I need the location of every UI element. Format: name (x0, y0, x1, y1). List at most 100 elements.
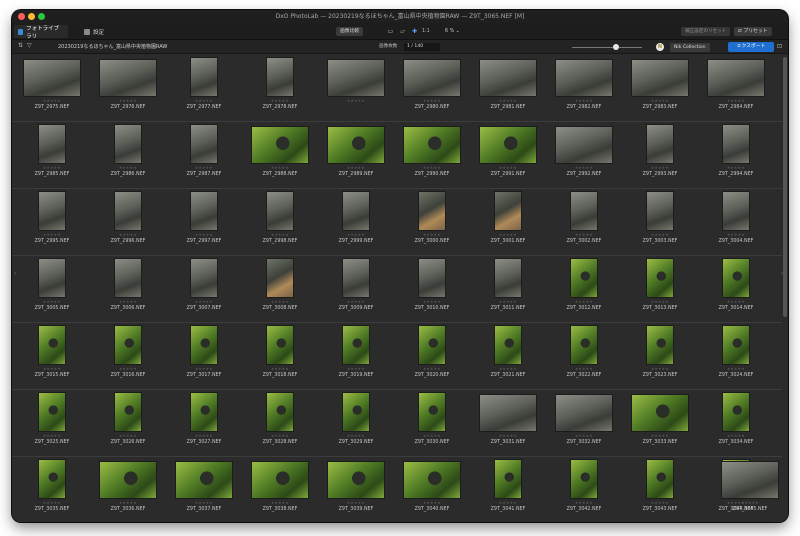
photo-thumbnail[interactable] (403, 126, 461, 164)
thumbnail-item[interactable]: ★★★★★ Z9T_2982.NEF (546, 55, 622, 121)
photo-thumbnail[interactable] (23, 59, 81, 97)
thumbnail-item[interactable]: ★★★★★ Z9T_3008.NEF (242, 256, 318, 322)
preset-button[interactable]: ⇄ プリセット (734, 27, 772, 36)
rating-stars[interactable]: ★★★★★ (90, 434, 166, 438)
rating-stars[interactable]: ★★★★★ (14, 99, 90, 103)
thumbnail-item[interactable]: ★★★★★ Z9T_3000.NEF (394, 189, 470, 255)
thumbnail-item[interactable]: ★★★★★ Z9T_2997.NEF (166, 189, 242, 255)
photo-thumbnail[interactable] (38, 325, 66, 365)
photo-thumbnail[interactable] (342, 258, 370, 298)
rating-stars[interactable]: ★★★★★ (166, 300, 242, 304)
thumbnail-item[interactable]: ★★★★★ Z9T_3004.NEF (698, 189, 774, 255)
photo-thumbnail[interactable] (266, 325, 294, 365)
thumbnail-item[interactable]: ★★★★★ Z9T_2994.NEF (698, 122, 774, 188)
photo-thumbnail[interactable] (38, 124, 66, 164)
photo-thumbnail[interactable] (722, 392, 750, 432)
rating-stars[interactable]: ★★★★★ (242, 501, 318, 505)
rating-stars[interactable]: ★★★★★ (698, 99, 774, 103)
rating-stars[interactable]: ★★★★★ (470, 367, 546, 371)
thumbnail-item[interactable]: ★★★★★ Z9T_3027.NEF (166, 390, 242, 456)
photo-thumbnail[interactable] (114, 325, 142, 365)
rating-stars[interactable]: ★★★★★ (14, 434, 90, 438)
rating-stars[interactable]: ★★★★★ (318, 233, 394, 237)
rating-stars[interactable]: ★★★★★ (166, 166, 242, 170)
photo-thumbnail[interactable] (99, 59, 157, 97)
photo-thumbnail[interactable] (646, 258, 674, 298)
reset-corrections-button[interactable]: 補正設定のリセット (681, 27, 731, 36)
rating-stars[interactable]: ★★★★★ (90, 300, 166, 304)
rating-stars[interactable]: ★★★★★ (698, 434, 774, 438)
thumbnail-size-slider-handle[interactable] (613, 44, 619, 50)
thumbnail-item[interactable]: ★★★★★ Z9T_2981.NEF (470, 55, 546, 121)
photo-thumbnail[interactable] (114, 392, 142, 432)
thumbnail-item[interactable]: ★★★★★ Z9T_3045.NEF (712, 457, 788, 522)
photo-thumbnail[interactable] (479, 394, 537, 432)
photo-thumbnail[interactable] (494, 459, 522, 499)
thumbnail-item[interactable]: ★★★★★ Z9T_3010.NEF (394, 256, 470, 322)
thumbnail-item[interactable]: ★★★★★ Z9T_3007.NEF (166, 256, 242, 322)
thumbnail-item[interactable]: ★★★★★ Z9T_2983.NEF (622, 55, 698, 121)
rating-stars[interactable]: ★★★★★ (394, 233, 470, 237)
photo-thumbnail[interactable] (190, 258, 218, 298)
photo-thumbnail[interactable] (570, 459, 598, 499)
photo-thumbnail[interactable] (722, 124, 750, 164)
photo-thumbnail[interactable] (722, 258, 750, 298)
thumbnail-item[interactable]: ★★★★★ Z9T_3002.NEF (546, 189, 622, 255)
thumbnail-item[interactable]: ★★★★★ Z9T_3024.NEF (698, 323, 774, 389)
photo-thumbnail[interactable] (570, 191, 598, 231)
thumbnail-item[interactable]: ★★★★★ Z9T_3028.NEF (242, 390, 318, 456)
thumbnail-item[interactable]: ★★★★★ Z9T_3025.NEF (14, 390, 90, 456)
rating-stars[interactable]: ★★★★★ (394, 300, 470, 304)
photo-thumbnail[interactable] (570, 258, 598, 298)
rating-stars[interactable]: ★★★★★ (14, 300, 90, 304)
photo-thumbnail[interactable] (342, 191, 370, 231)
thumbnail-item[interactable]: ★★★★★ Z9T_3018.NEF (242, 323, 318, 389)
photo-thumbnail[interactable] (707, 59, 765, 97)
rating-stars[interactable]: ★★★★★ (546, 99, 622, 103)
thumbnail-item[interactable]: ★★★★★ Z9T_3019.NEF (318, 323, 394, 389)
photo-thumbnail[interactable] (494, 191, 522, 231)
rating-stars[interactable]: ★★★★★ (622, 99, 698, 103)
thumbnail-item[interactable]: ★★★★★ Z9T_3009.NEF (318, 256, 394, 322)
photo-thumbnail[interactable] (555, 394, 613, 432)
rating-stars[interactable]: ★★★★★ (546, 166, 622, 170)
photo-thumbnail[interactable] (251, 461, 309, 499)
rating-stars[interactable]: ★★★★★ (242, 367, 318, 371)
photo-thumbnail[interactable] (266, 57, 294, 97)
rating-stars[interactable]: ★★★★★ (318, 501, 394, 505)
rating-stars[interactable]: ★★★★★ (698, 367, 774, 371)
rating-stars[interactable]: ★★★★★ (394, 434, 470, 438)
thumbnail-item[interactable]: ★★★★★ Z9T_2993.NEF (622, 122, 698, 188)
thumbnail-item[interactable]: ★★★★★ Z9T_2975.NEF (14, 55, 90, 121)
photo-thumbnail[interactable] (114, 124, 142, 164)
filter-icon[interactable]: ▽ (27, 42, 32, 49)
thumbnail-item[interactable]: ★★★★★ Z9T_3040.NEF (394, 457, 470, 522)
rating-stars[interactable]: ★★★★★ (90, 99, 166, 103)
rating-stars[interactable]: ★★★★★ (470, 233, 546, 237)
photo-thumbnail[interactable] (722, 191, 750, 231)
rating-stars[interactable]: ★★★★★ (546, 367, 622, 371)
zoom-ratio-button[interactable]: 1:1 (422, 29, 430, 34)
export-button[interactable]: エクスポート (728, 42, 774, 52)
rating-stars[interactable]: ★★★★★ (242, 99, 318, 103)
thumbnail-item[interactable]: ★★★★★ Z9T_3035.NEF (14, 457, 90, 522)
rating-stars[interactable]: ★★★★★ (166, 434, 242, 438)
thumbnail-item[interactable]: ★★★★★ Z9T_3029.NEF (318, 390, 394, 456)
zoom-level-select[interactable]: 6 % ⌄ (442, 27, 474, 36)
photo-thumbnail[interactable] (479, 59, 537, 97)
thumbnail-item[interactable]: ★★★★★ Z9T_3037.NEF (166, 457, 242, 522)
rating-stars[interactable]: ★★★★★ (622, 300, 698, 304)
rating-stars[interactable]: ★★★★★ (166, 233, 242, 237)
thumbnail-item[interactable]: ★★★★★ Z9T_3042.NEF (546, 457, 622, 522)
photo-thumbnail[interactable] (418, 392, 446, 432)
rating-stars[interactable]: ★★★★★ (90, 501, 166, 505)
thumbnail-item[interactable]: ★★★★★ Z9T_2992.NEF (546, 122, 622, 188)
rating-stars[interactable]: ★★★★★ (318, 300, 394, 304)
thumbnail-item[interactable]: ★★★★★ Z9T_3020.NEF (394, 323, 470, 389)
photo-thumbnail[interactable] (403, 461, 461, 499)
rating-stars[interactable]: ★★★★★ (166, 99, 242, 103)
photo-thumbnail[interactable] (631, 394, 689, 432)
rating-stars[interactable]: ★★★★★ (14, 367, 90, 371)
thumbnail-item[interactable]: ★★★★★ Z9T_2985.NEF (14, 122, 90, 188)
photo-thumbnail[interactable] (418, 258, 446, 298)
